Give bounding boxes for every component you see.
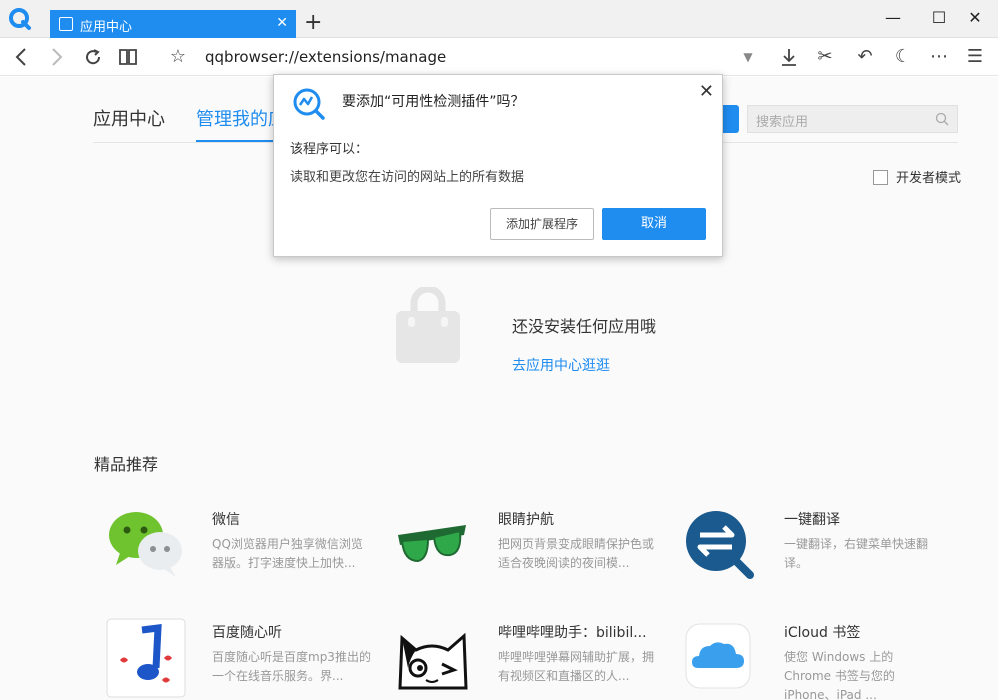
icloud-icon (685, 623, 751, 689)
dialog-title: 要添加“可用性检测插件”吗？ (342, 94, 525, 110)
developer-mode-toggle[interactable]: 开发者模式 (873, 167, 961, 186)
dialog-permissions-label: 该程序可以： (290, 142, 369, 157)
app-desc: 百度随心听是百度mp3推出的一个在线音乐服务。界... (212, 650, 371, 683)
app-name: iCloud 书签 (784, 625, 861, 641)
tab-page-icon (59, 17, 73, 31)
reading-mode-icon[interactable] (113, 38, 143, 76)
new-tab-button[interactable]: + (304, 10, 322, 36)
developer-mode-checkbox[interactable] (873, 170, 888, 185)
refresh-icon[interactable] (78, 38, 108, 76)
bilibili-cat-icon (398, 632, 468, 690)
cancel-button[interactable]: 取消 (602, 208, 706, 240)
shopping-bag-icon (396, 287, 460, 363)
chevron-down-icon[interactable]: ▼ (733, 38, 763, 76)
empty-state-title: 还没安装任何应用哦 (512, 317, 657, 336)
more-menu-icon[interactable]: ⋯ (924, 38, 954, 76)
app-card-wechat[interactable]: 微信 QQ浏览器用户独享微信浏览器版。打字速度快上加快... (106, 505, 366, 595)
address-toolbar: ☆ qqbrowser://extensions/manage ▼ ✂ ↶ ☾ … (0, 38, 998, 76)
search-icon[interactable] (935, 112, 949, 126)
tab-title: 应用中心 (80, 20, 133, 35)
app-desc: 一键翻译，右键菜单快速翻译。 (784, 537, 929, 570)
search-placeholder: 搜索应用 (756, 115, 809, 130)
download-icon[interactable] (774, 38, 804, 76)
address-bar-url[interactable]: qqbrowser://extensions/manage (205, 48, 446, 66)
forward-icon[interactable] (42, 38, 72, 76)
app-card-eye-care[interactable]: 眼睛护航 把网页背景变成眼睛保护色或适合夜晚阅读的夜间模... (392, 505, 654, 595)
app-card-icloud[interactable]: iCloud 书签 使您 Windows 上的 Chrome 书签与您的 iPh… (678, 618, 938, 700)
app-name: 微信 (212, 512, 240, 528)
add-extension-button[interactable]: 添加扩展程序 (490, 208, 594, 240)
undo-closed-tab-icon[interactable]: ↶ (850, 38, 880, 76)
developer-mode-label: 开发者模式 (896, 171, 962, 186)
green-sunglasses-icon (398, 525, 466, 563)
app-desc: 使您 Windows 上的 Chrome 书签与您的 iPhone、iPad .… (784, 650, 895, 700)
night-mode-moon-icon[interactable]: ☾ (888, 38, 918, 76)
app-card-bilibili[interactable]: 哔哩哔哩助手：bilibil... 哔哩哔哩弹幕网辅助扩展，拥有视频区和直播区的… (392, 618, 654, 700)
app-name: 一键翻译 (784, 512, 840, 528)
app-name: 百度随心听 (212, 625, 282, 641)
app-desc: 把网页背景变成眼睛保护色或适合夜晚阅读的夜间模... (498, 537, 655, 570)
window-close-icon[interactable]: ✕ (960, 6, 990, 30)
app-card-baidu-music[interactable]: 百度随心听 百度随心听是百度mp3推出的一个在线音乐服务。界... (106, 618, 371, 700)
dialog-close-icon[interactable]: ✕ (699, 81, 714, 102)
availability-check-plugin-icon (293, 88, 325, 120)
app-name: 哔哩哔哩助手：bilibil... (498, 625, 647, 641)
bookmark-star-icon[interactable]: ☆ (163, 38, 193, 76)
title-bar: 应用中心 ✕ + — ☐ ✕ (0, 0, 998, 38)
tab-manage-my-apps[interactable]: 管理我的应用 (196, 105, 276, 131)
tab-app-center-nav[interactable]: 应用中心 (93, 105, 165, 131)
hamburger-menu-icon[interactable]: ☰ (960, 38, 990, 76)
maximize-icon[interactable]: ☐ (924, 6, 954, 30)
minimize-icon[interactable]: — (878, 6, 908, 30)
recommended-section-title: 精品推荐 (94, 455, 159, 474)
translate-icon (686, 511, 754, 579)
search-input[interactable]: 搜索应用 (747, 105, 958, 133)
tab-app-center[interactable]: 应用中心 ✕ (50, 10, 296, 38)
qq-browser-logo-icon (9, 8, 31, 30)
app-desc: 哔哩哔哩弹幕网辅助扩展，拥有视频区和直播区的人... (498, 650, 655, 683)
back-icon[interactable] (6, 38, 36, 76)
dialog-permission-item: 读取和更改您在访问的网站上的所有数据 (290, 170, 525, 185)
active-tab-underline (196, 140, 276, 142)
wechat-icon (109, 512, 182, 577)
app-desc: QQ浏览器用户独享微信浏览器版。打字速度快上加快... (212, 537, 363, 570)
tab-close-icon[interactable]: ✕ (276, 14, 288, 32)
add-extension-dialog: 要添加“可用性检测插件”吗？ ✕ 该程序可以： 读取和更改您在访问的网站上的所有… (273, 74, 723, 257)
app-name: 眼睛护航 (498, 512, 554, 528)
app-card-translate[interactable]: 一键翻译 一键翻译，右键菜单快速翻译。 (678, 505, 938, 595)
go-app-center-link[interactable]: 去应用中心逛逛 (512, 355, 610, 375)
screenshot-scissors-icon[interactable]: ✂ (810, 38, 840, 76)
music-note-icon (106, 618, 186, 698)
